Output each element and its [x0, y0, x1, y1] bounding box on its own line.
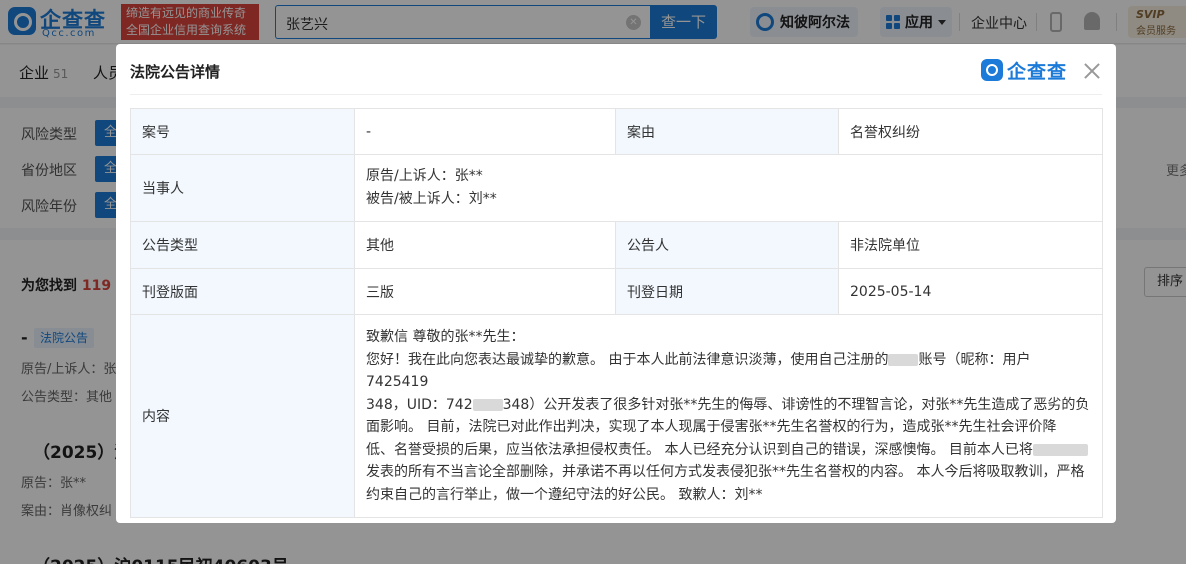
content-label: 内容	[130, 314, 355, 518]
redacted-mask	[472, 398, 503, 411]
cause-value: 名誉权纠纷	[838, 108, 1103, 155]
content-line: 348，UID：742 348）公开发表了很多针对张**先生的侮辱、诽谤性的不理智…	[366, 394, 1091, 417]
plaintiff-line: 原告/上诉人：张**	[366, 168, 483, 184]
modal-title: 法院公告详情	[130, 63, 221, 81]
date-value: 2025-05-14	[838, 268, 1103, 315]
content-text: 348）公开发表了很多针对张**先生的侮辱、诽谤性的不理智言论，对张**先生造成…	[502, 396, 1090, 413]
modal-divider	[130, 94, 1102, 95]
content-value: 致歉信 尊敬的张**先生： 您好！我在此向您表达最诚挚的歉意。 由于本人此前法律…	[354, 314, 1103, 518]
table-row: 刊登版面 三版 刊登日期 2025-05-14	[130, 268, 1103, 315]
notice-detail-table: 案号 - 案由 名誉权纠纷 当事人 原告/上诉人：张** 被告/被上诉人：刘**…	[130, 108, 1103, 518]
redacted-mask	[1032, 443, 1088, 456]
date-label: 刊登日期	[615, 268, 839, 315]
modal-logo-text: 企查查	[1007, 60, 1068, 83]
notice-type-label: 公告类型	[130, 221, 355, 269]
content-line: 致歉信 尊敬的张**先生：	[366, 329, 525, 345]
announcer-value: 非法院单位	[838, 221, 1103, 269]
content-line: 约束自己的言行举止，做一个遵纪守法的好公民。 致歉人：刘**	[366, 486, 763, 503]
page-value: 三版	[354, 268, 616, 315]
cause-label: 案由	[615, 108, 839, 155]
party-value: 原告/上诉人：张** 被告/被上诉人：刘**	[354, 154, 1103, 222]
table-row: 内容 致歉信 尊敬的张**先生： 您好！我在此向您表达最诚挚的歉意。 由于本人此…	[130, 314, 1103, 518]
court-notice-modal: 法院公告详情 企查查 案号 - 案由 名誉权纠纷 当事人 原告/上诉人：张** …	[116, 44, 1116, 523]
table-row: 公告类型 其他 公告人 非法院单位	[130, 221, 1103, 269]
content-text: 348，UID：742	[366, 396, 473, 413]
notice-type-value: 其他	[354, 221, 616, 269]
case-no-value: -	[354, 108, 616, 155]
announcer-label: 公告人	[615, 221, 839, 269]
defendant-line: 被告/被上诉人：刘**	[366, 191, 497, 207]
content-line: 低、名誉受损的后果，应当依法承担侵权责任。 本人已经充分认识到自己的错误，深感懊…	[366, 439, 1091, 462]
modal-logo: 企查查	[981, 58, 1068, 83]
case-no-label: 案号	[130, 108, 355, 155]
content-text: 您好！我在此向您表达最诚挚的歉意。 由于本人此前法律意识淡薄，使用自己注册的	[366, 351, 889, 368]
content-text: 低、名誉受损的后果，应当依法承担侵权责任。 本人已经充分认识到自己的错误，深感懊…	[366, 441, 1033, 458]
party-label: 当事人	[130, 154, 355, 222]
qcc-logo-mark	[981, 59, 1003, 81]
table-row: 案号 - 案由 名誉权纠纷	[130, 108, 1103, 155]
table-row: 当事人 原告/上诉人：张** 被告/被上诉人：刘**	[130, 154, 1103, 222]
redacted-mask	[888, 353, 919, 366]
close-icon[interactable]	[1082, 61, 1102, 81]
content-line: 您好！我在此向您表达最诚挚的歉意。 由于本人此前法律意识淡薄，使用自己注册的 账号…	[366, 349, 1091, 394]
content-line: 面影响。 目前，法院已对此作出判决，实现了本人现属于侵害张**先生名誉权的行为，…	[366, 419, 1057, 435]
page-label: 刊登版面	[130, 268, 355, 315]
content-line: 发表的所有不当言论全部删除，并承诺不再以任何方式发表侵犯张**先生名誉权的内容。…	[366, 464, 1085, 480]
